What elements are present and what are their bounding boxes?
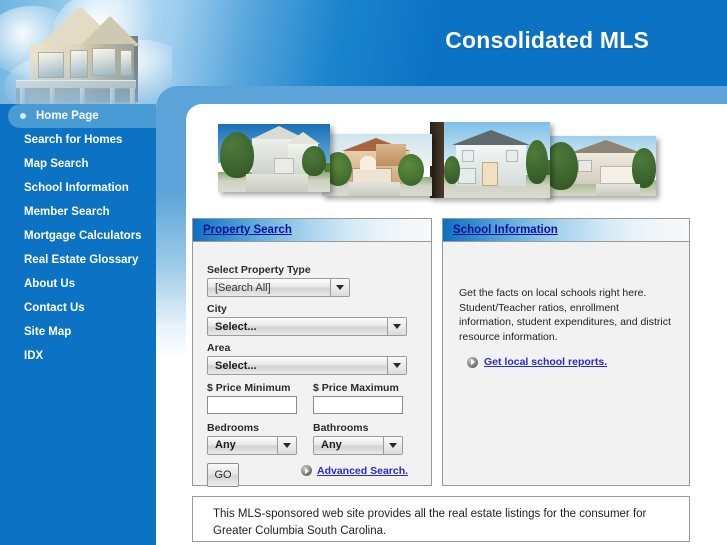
school-reports-link[interactable]: Get local school reports. bbox=[484, 356, 607, 368]
school-information-text: Get the facts on local schools right her… bbox=[459, 287, 671, 343]
chevron-down-icon[interactable] bbox=[277, 436, 296, 454]
area-select[interactable]: Select... bbox=[207, 356, 407, 375]
bedrooms-value: Any bbox=[215, 439, 236, 451]
site-description-box: This MLS-sponsored web site provides all… bbox=[192, 496, 690, 542]
chevron-down-icon[interactable] bbox=[387, 318, 406, 335]
sidebar-item-search-for-homes[interactable]: Search for Homes bbox=[0, 128, 156, 152]
play-arrow-icon bbox=[301, 465, 312, 476]
sidebar-item-label: Real Estate Glossary bbox=[24, 254, 139, 266]
sidebar-item-about-us[interactable]: About Us bbox=[0, 272, 156, 296]
city-select[interactable]: Select... bbox=[207, 317, 407, 336]
site-description-text: This MLS-sponsored web site provides all… bbox=[213, 508, 647, 537]
price-minimum-input[interactable] bbox=[207, 396, 297, 414]
sidebar-item-member-search[interactable]: Member Search bbox=[0, 200, 156, 224]
sidebar-item-school-information[interactable]: School Information bbox=[0, 176, 156, 200]
header-house-image bbox=[0, 0, 172, 104]
price-maximum-input[interactable] bbox=[313, 396, 403, 414]
chevron-down-icon[interactable] bbox=[387, 357, 406, 374]
property-search-header: Property Search bbox=[193, 219, 431, 242]
sidebar-nav: Home Page Search for Homes Map Search Schoo… bbox=[0, 104, 156, 368]
bedrooms-label: Bedrooms bbox=[207, 421, 259, 434]
active-bullet-icon bbox=[20, 113, 26, 119]
banner-photo-collage bbox=[218, 122, 656, 202]
city-value: Select... bbox=[215, 320, 257, 333]
chevron-down-icon[interactable] bbox=[330, 279, 349, 296]
sidebar-item-map-search[interactable]: Map Search bbox=[0, 152, 156, 176]
sidebar-item-label: Site Map bbox=[24, 326, 72, 338]
bathrooms-value: Any bbox=[321, 439, 342, 451]
banner-photo-4 bbox=[544, 136, 656, 196]
property-type-value: [Search All] bbox=[215, 281, 271, 294]
sidebar-item-label: About Us bbox=[24, 278, 76, 290]
sidebar-item-label: Member Search bbox=[24, 206, 110, 218]
area-label: Area bbox=[207, 342, 231, 354]
sidebar-item-label: Mortgage Calculators bbox=[24, 230, 142, 242]
banner-photo-2 bbox=[322, 134, 432, 196]
sidebar: Home Page Search for Homes Map Search Schoo… bbox=[0, 104, 156, 545]
house-gable-secondary bbox=[80, 16, 140, 46]
band-gradient-fade bbox=[156, 190, 186, 360]
sidebar-item-home-page[interactable]: Home Page bbox=[8, 104, 156, 128]
price-maximum-label: $ Price Maximum bbox=[313, 382, 399, 394]
property-type-label: Select Property Type bbox=[207, 264, 311, 276]
go-button[interactable]: GO bbox=[207, 462, 239, 487]
sidebar-item-mortgage-calculators[interactable]: Mortgage Calculators bbox=[0, 224, 156, 248]
play-arrow-icon bbox=[467, 356, 478, 368]
property-search-title-link[interactable]: Property Search bbox=[203, 224, 292, 236]
sidebar-item-label: Home Page bbox=[36, 110, 99, 122]
sidebar-item-contact-us[interactable]: Contact Us bbox=[0, 296, 156, 320]
area-value: Select... bbox=[215, 359, 257, 372]
page-root: Consolidated MLS Home Page Search for Hom… bbox=[0, 0, 727, 545]
sidebar-item-label: Search for Homes bbox=[24, 134, 123, 146]
bathrooms-select[interactable]: Any bbox=[313, 435, 403, 455]
site-title: Consolidated MLS bbox=[445, 27, 649, 53]
school-information-body: Get the facts on local schools right her… bbox=[443, 242, 689, 508]
city-label: City bbox=[207, 303, 227, 315]
price-minimum-label: $ Price Minimum bbox=[207, 382, 291, 394]
school-information-header: School Information bbox=[443, 219, 689, 242]
sidebar-item-real-estate-glossary[interactable]: Real Estate Glossary bbox=[0, 248, 156, 272]
banner-photo-3 bbox=[430, 122, 550, 198]
sidebar-item-label: Map Search bbox=[24, 158, 89, 170]
sidebar-item-site-map[interactable]: Site Map bbox=[0, 320, 156, 344]
property-search-body: Select Property Type [Search All] City S… bbox=[193, 242, 431, 508]
house-image-fade bbox=[0, 58, 172, 104]
banner-photo-1 bbox=[218, 124, 330, 192]
chevron-down-icon[interactable] bbox=[383, 436, 402, 454]
bedrooms-select[interactable]: Any bbox=[207, 435, 297, 455]
school-information-title-link[interactable]: School Information bbox=[453, 224, 558, 236]
sidebar-item-label: Contact Us bbox=[24, 302, 85, 314]
property-search-panel: Property Search Select Property Type [Se… bbox=[192, 218, 432, 487]
advanced-search-link[interactable]: Advanced Search. bbox=[317, 465, 408, 477]
school-information-panel: School Information Get the facts on loca… bbox=[442, 218, 690, 486]
sidebar-item-idx[interactable]: IDX bbox=[0, 344, 156, 368]
bathrooms-label: Bathrooms bbox=[313, 421, 369, 434]
sidebar-item-label: IDX bbox=[24, 350, 44, 362]
sidebar-item-label: School Information bbox=[24, 182, 129, 194]
property-type-select[interactable]: [Search All] bbox=[207, 278, 350, 297]
